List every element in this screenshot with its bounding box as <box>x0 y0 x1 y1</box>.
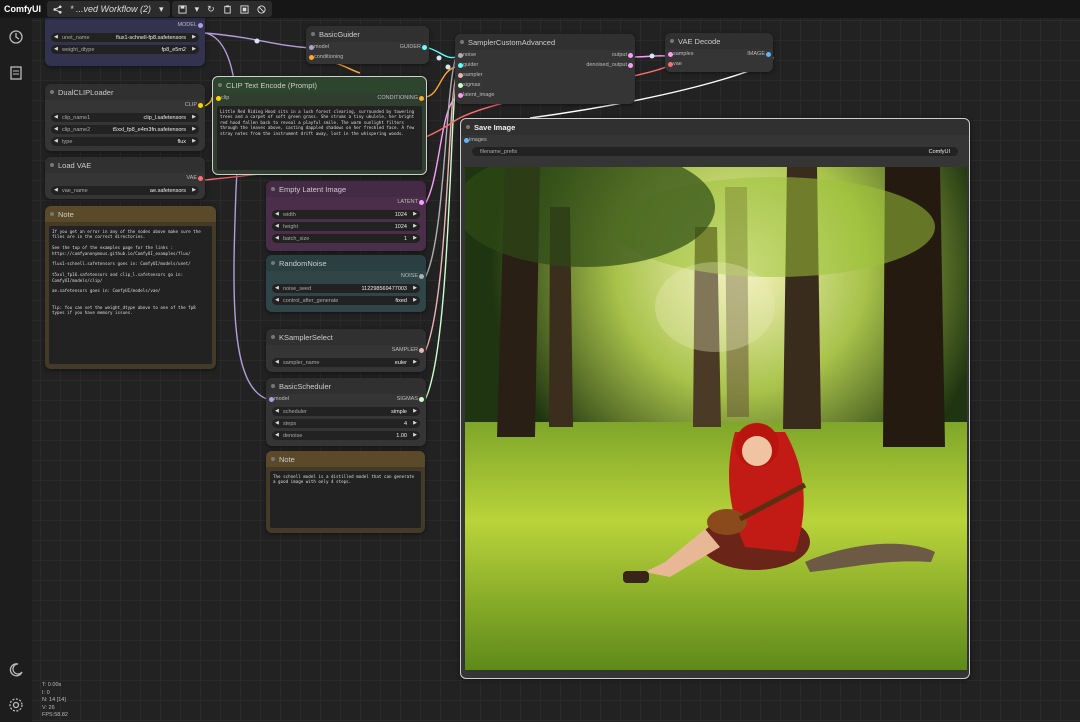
output-slot[interactable] <box>419 397 424 402</box>
widget-type[interactable]: ◀ type flux ▶ <box>51 137 199 146</box>
fit-view-icon[interactable] <box>237 4 252 14</box>
widget-noise-seed[interactable]: ◀ noise_seed 112298569477003 ▶ <box>272 284 420 293</box>
node-title[interactable]: BasicScheduler <box>266 378 426 394</box>
widget-height[interactable]: ◀ height 1024 ▶ <box>272 222 420 231</box>
widget-unet-name[interactable]: ◀ unet_name flux1-schnell-fp8.safetensors ▶ <box>51 33 199 42</box>
widget-filename-prefix[interactable]: filename_prefix ComfyUI <box>472 147 958 156</box>
generated-image-preview[interactable] <box>465 167 967 670</box>
node-clip-text-encode[interactable]: CLIP Text Encode (Prompt) clip CONDITIONI… <box>212 76 427 175</box>
node-title[interactable]: Note <box>45 206 216 222</box>
output-slot[interactable] <box>419 200 424 205</box>
widget-batch-size[interactable]: ◀ batch_size 1 ▶ <box>272 234 420 243</box>
node-title[interactable]: BasicGuider <box>306 26 429 42</box>
moon-icon[interactable] <box>8 662 24 678</box>
output-slot[interactable] <box>628 63 633 68</box>
output-slot[interactable] <box>198 176 203 181</box>
widget-sampler-name[interactable]: ◀ sampler_name euler ▶ <box>272 358 420 367</box>
workflow-title[interactable]: * ...ved Workflow (2) <box>67 4 154 14</box>
node-title[interactable]: KSamplerSelect <box>266 329 426 345</box>
document-icon[interactable] <box>8 65 24 81</box>
stat-nodes: N: 14 [14] <box>42 697 66 703</box>
share-icon[interactable] <box>50 4 65 14</box>
node-dualcliploader[interactable]: DualCLIPLoader CLIP ◀ clip_name1 clip_l.sa… <box>45 84 205 151</box>
node-basicguider[interactable]: BasicGuider model GUIDER conditioning <box>306 26 429 64</box>
output-slot[interactable] <box>419 348 424 353</box>
node-title[interactable]: Note <box>266 451 425 467</box>
node-title[interactable]: RandomNoise <box>266 255 426 271</box>
output-slot[interactable] <box>419 96 424 101</box>
output-slot[interactable] <box>198 23 203 28</box>
note-text[interactable]: If you get an error in any of the nodes … <box>49 226 212 364</box>
node-randomnoise[interactable]: RandomNoise NOISE ◀ noise_seed 11229856947… <box>266 255 426 312</box>
widget-steps[interactable]: ◀ steps 4 ▶ <box>272 419 420 428</box>
chevron-down-icon[interactable]: ▾ <box>156 4 167 15</box>
node-title[interactable]: Empty Latent Image <box>266 181 426 197</box>
output-slot[interactable] <box>766 52 771 57</box>
node-title[interactable]: CLIP Text Encode (Prompt) <box>213 77 426 93</box>
node-note[interactable]: Note The schnell model is a distilled mo… <box>266 451 425 533</box>
gear-icon[interactable] <box>8 697 24 713</box>
node-empty-latent-image[interactable]: Empty Latent Image LATENT ◀ width 1024 ▶ ◀ h… <box>266 181 426 251</box>
node-title[interactable]: VAE Decode <box>665 33 773 49</box>
output-slot[interactable] <box>419 274 424 279</box>
widget-width[interactable]: ◀ width 1024 ▶ <box>272 210 420 219</box>
node-save-image[interactable]: Save Image images filename_prefix ComfyUI <box>460 118 970 679</box>
toolbar-actions: ▾ ↻ <box>171 1 272 17</box>
chevron-down-icon[interactable]: ▾ <box>192 4 203 15</box>
widget-clip-name2[interactable]: ◀ clip_name2 t5xxl_fp8_e4m3fn.safetensors ▶ <box>51 125 199 134</box>
left-sidebar <box>0 18 32 722</box>
save-icon[interactable] <box>175 4 190 14</box>
stat-v: V: 26 <box>42 704 55 711</box>
node-title[interactable]: Save Image <box>461 119 969 135</box>
history-icon[interactable] <box>8 29 24 45</box>
clipboard-icon[interactable] <box>220 4 235 14</box>
output-clip: CLIP <box>184 102 197 108</box>
widget-denoise[interactable]: ◀ denoise 1.00 ▶ <box>272 431 420 440</box>
node-ksamplerselect[interactable]: KSamplerSelect SAMPLER ◀ sampler_name eule… <box>266 329 426 372</box>
stat-time: T: 0.00s <box>42 682 62 688</box>
workflow-tab[interactable]: * ...ved Workflow (2) ▾ <box>47 1 170 17</box>
widget-clip-name1[interactable]: ◀ clip_name1 clip_l.safetensors ▶ <box>51 113 199 122</box>
prompt-textarea[interactable]: Little Red Riding Hood sits in a lush fo… <box>217 106 422 170</box>
refresh-icon[interactable]: ↻ <box>204 4 218 15</box>
widget-control-after-generate[interactable]: ◀ control_after_generate fixed ▶ <box>272 296 420 305</box>
top-menu-bar: ComfyUI * ...ved Workflow (2) ▾ ▾ ↻ <box>0 0 1080 18</box>
node-title[interactable]: Load VAE <box>45 157 205 173</box>
comfyui-canvas[interactable]: { "app": {"name": "ComfyUI", "workflow_t… <box>0 0 1080 722</box>
widget-scheduler[interactable]: ◀ scheduler simple ▶ <box>272 407 420 416</box>
widget-weight-dtype[interactable]: ◀ weight_dtype fp8_e5m2 ▶ <box>51 45 199 54</box>
note-text[interactable]: The schnell model is a distilled model t… <box>270 471 421 528</box>
output-model: MODEL <box>177 22 197 28</box>
output-vae: VAE <box>186 175 197 181</box>
stat-fps: FPS:58.82 <box>42 712 68 718</box>
app-logo[interactable]: ComfyUI <box>0 4 45 14</box>
output-slot[interactable] <box>422 45 427 50</box>
render-stats: T: 0.00s I: 0 N: 14 [14] V: 26 FPS:58.82 <box>42 682 68 720</box>
node-basicscheduler[interactable]: BasicScheduler model SIGMAS ◀ scheduler sim… <box>266 378 426 446</box>
node-note[interactable]: Note If you get an error in any of the n… <box>45 206 216 369</box>
node-samplercustomadvanced[interactable]: SamplerCustomAdvanced noise output guider… <box>455 34 635 104</box>
cancel-icon[interactable] <box>254 4 269 14</box>
node-load-vae[interactable]: Load VAE VAE ◀ vae_name ae.safetensors ▶ <box>45 157 205 199</box>
output-slot[interactable] <box>628 53 633 58</box>
output-slot[interactable] <box>198 103 203 108</box>
widget-vae-name[interactable]: ◀ vae_name ae.safetensors ▶ <box>51 186 199 195</box>
stat-i: I: 0 <box>42 689 50 696</box>
node-title[interactable]: DualCLIPLoader <box>45 84 205 100</box>
node-title[interactable]: SamplerCustomAdvanced <box>455 34 635 50</box>
node-vae-decode[interactable]: VAE Decode samples IMAGE vae <box>665 33 773 72</box>
